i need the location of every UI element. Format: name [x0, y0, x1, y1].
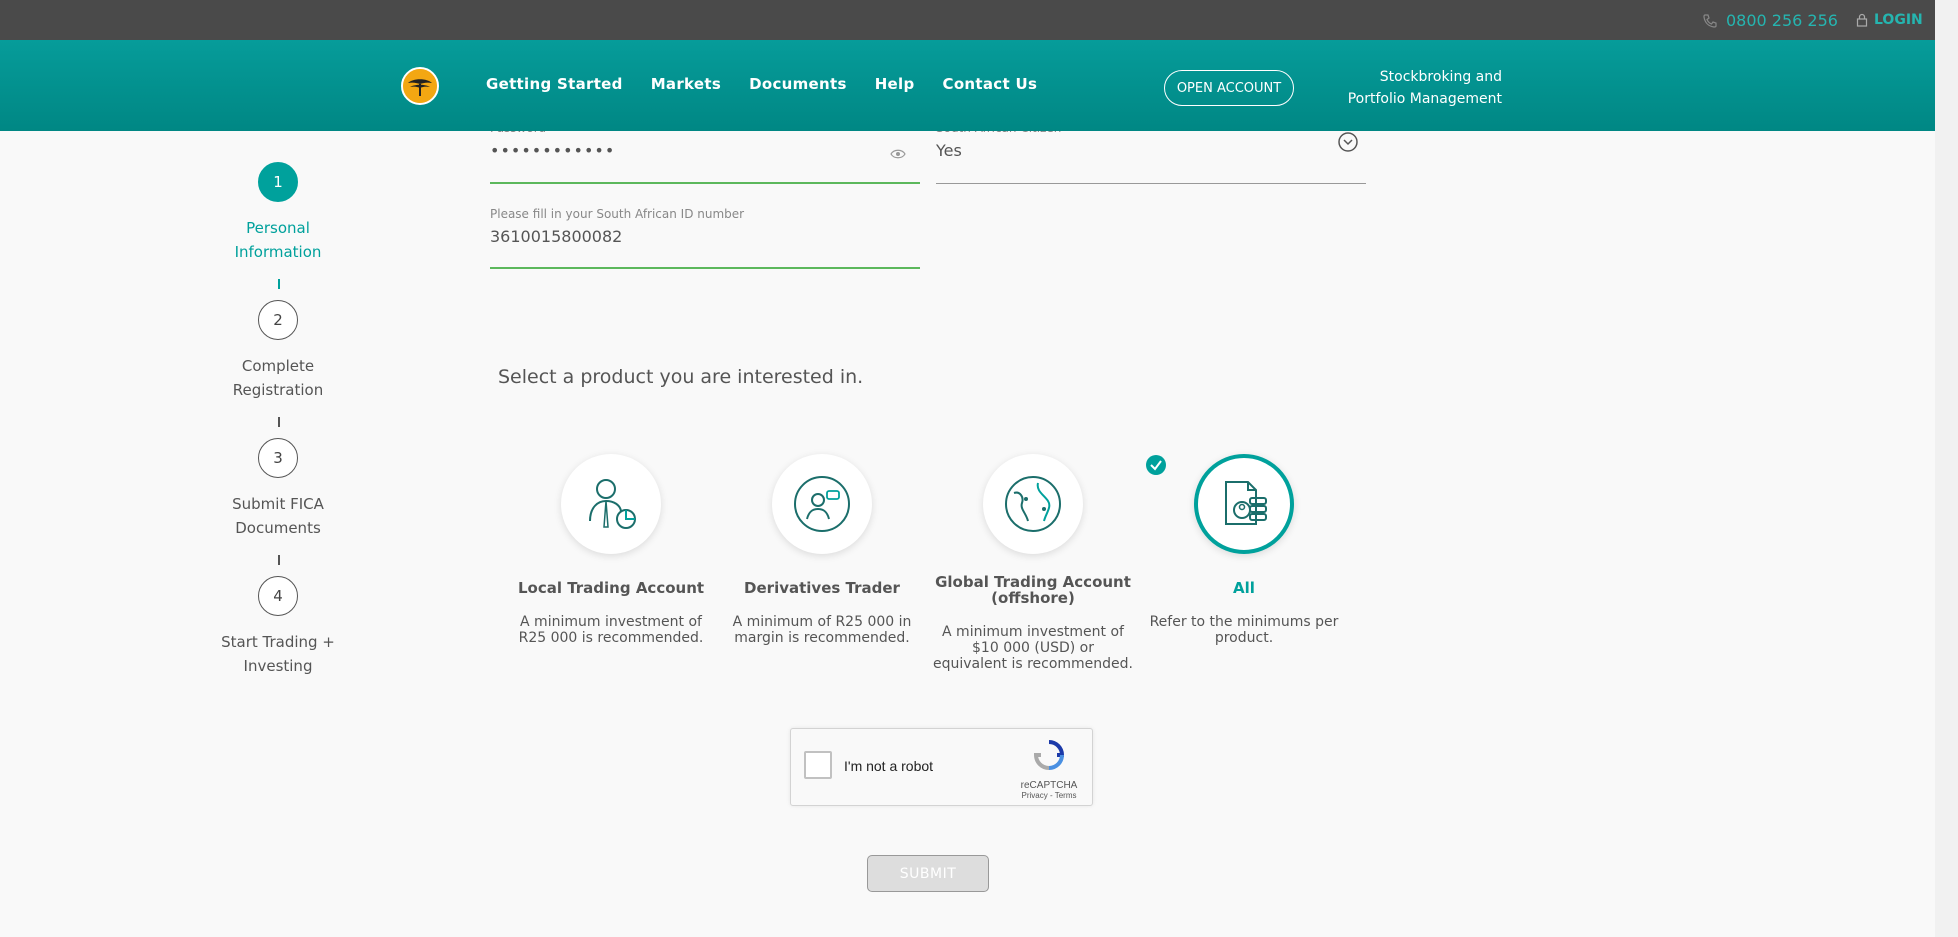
nav-markets[interactable]: Markets [651, 75, 721, 93]
products-heading: Select a product you are interested in. [498, 366, 864, 388]
step-label-line: Complete [241, 357, 315, 375]
phone-icon [1703, 13, 1717, 28]
id-number-value: 3610015800082 [490, 227, 623, 246]
product-description: A minimum of R25 000 in margin is recomm… [732, 614, 912, 646]
product-description: A minimum investment of R25 000 is recom… [518, 614, 704, 646]
step-start-trading[interactable]: 4 Start Trading + Investing [178, 576, 378, 678]
product-image [1194, 454, 1294, 554]
submit-button[interactable]: SUBMIT [867, 855, 989, 892]
step-submit-fica[interactable]: 3 Submit FICA Documents [178, 438, 378, 540]
step-number: 3 [258, 438, 298, 478]
step-label: Submit FICA Documents [178, 492, 378, 540]
product-all[interactable]: All Refer to the minimums per product. [1144, 454, 1344, 646]
phone-link[interactable]: 0800 256 256 [1702, 11, 1838, 30]
password-value: •••••••••••• [490, 141, 616, 160]
globe-icon [1005, 476, 1061, 532]
product-global-trading[interactable]: Global Trading Account (offshore) A mini… [933, 454, 1133, 672]
recaptcha-logo-icon [1033, 740, 1065, 770]
person-chart-icon [589, 479, 636, 529]
id-number-field[interactable]: Please fill in your South African ID num… [490, 207, 920, 269]
product-image [983, 454, 1083, 554]
step-number: 1 [258, 162, 298, 202]
step-connector [278, 417, 280, 427]
step-complete-registration[interactable]: 2 Complete Registration [178, 300, 378, 402]
brand-logo[interactable] [401, 67, 439, 105]
id-number-label: Please fill in your South African ID num… [490, 207, 745, 221]
step-label-line: Personal [246, 219, 310, 237]
recaptcha-checkbox[interactable] [804, 751, 832, 779]
nav-contact-us[interactable]: Contact Us [943, 75, 1038, 93]
product-local-trading[interactable]: Local Trading Account A minimum investme… [511, 454, 711, 646]
product-title: Derivatives Trader [744, 579, 900, 597]
tagline-line-2: Portfolio Management [1347, 91, 1502, 107]
id-number-underline [490, 267, 920, 269]
step-label: Complete Registration [178, 354, 378, 402]
recaptcha-brand: reCAPTCHA Privacy - Terms [1019, 739, 1079, 800]
login-link[interactable]: LOGIN [1856, 12, 1923, 28]
step-personal-information[interactable]: 1 Personal Information [178, 162, 378, 264]
step-label-line: Information [234, 243, 322, 261]
open-account-button[interactable]: OPEN ACCOUNT [1164, 70, 1294, 106]
product-title: Global Trading Account (offshore) [935, 573, 1131, 607]
phone-number: 0800 256 256 [1726, 11, 1838, 30]
product-description: A minimum investment of $10 000 (USD) or… [933, 624, 1133, 672]
step-connector [278, 279, 280, 289]
step-connector [278, 555, 280, 565]
header-tagline: Stockbroking and Portfolio Management [1340, 66, 1502, 110]
login-label: LOGIN [1874, 12, 1923, 28]
nav-help[interactable]: Help [875, 75, 915, 93]
documents-coins-icon [1225, 481, 1267, 525]
step-label-line: Start Trading + [221, 633, 335, 651]
step-label-line: Submit FICA [232, 495, 324, 513]
nav-documents[interactable]: Documents [749, 75, 847, 93]
product-image [561, 454, 661, 554]
recaptcha-links[interactable]: Privacy - Terms [1019, 791, 1079, 800]
tagline-line-1: Stockbroking and [1379, 69, 1502, 85]
recaptcha-label: I'm not a robot [844, 758, 934, 774]
step-number: 4 [258, 576, 298, 616]
product-derivatives-trader[interactable]: Derivatives Trader A minimum of R25 000 … [722, 454, 922, 646]
trader-chat-icon [794, 476, 850, 532]
nav-getting-started[interactable]: Getting Started [486, 75, 623, 93]
step-label-line: Documents [235, 519, 321, 537]
page-scrollbar[interactable] [1935, 0, 1958, 937]
password-underline [490, 182, 920, 184]
product-title: Local Trading Account [517, 579, 705, 597]
step-number: 2 [258, 300, 298, 340]
step-label-line: Investing [243, 657, 313, 675]
citizen-value: Yes [936, 141, 962, 160]
lock-icon [1856, 13, 1868, 27]
product-description: Refer to the minimums per product. [1149, 614, 1339, 646]
product-image [772, 454, 872, 554]
step-label: Start Trading + Investing [178, 630, 378, 678]
top-utility-bar: 0800 256 256 LOGIN [0, 0, 1935, 40]
citizen-underline [936, 182, 1366, 184]
recaptcha-text: reCAPTCHA [1020, 780, 1078, 791]
header-content-layer: Getting Started Markets Documents Help C… [0, 40, 1935, 131]
step-label-line: Registration [232, 381, 324, 399]
show-password-icon[interactable] [890, 149, 906, 159]
tree-logo-icon [403, 69, 437, 103]
product-title: All [1233, 579, 1255, 597]
main-nav: Getting Started Markets Documents Help C… [486, 75, 1037, 93]
recaptcha-widget: I'm not a robot reCAPTCHA Privacy - Term… [790, 728, 1093, 806]
chevron-down-icon[interactable] [1338, 132, 1358, 152]
step-label: Personal Information [178, 216, 378, 264]
